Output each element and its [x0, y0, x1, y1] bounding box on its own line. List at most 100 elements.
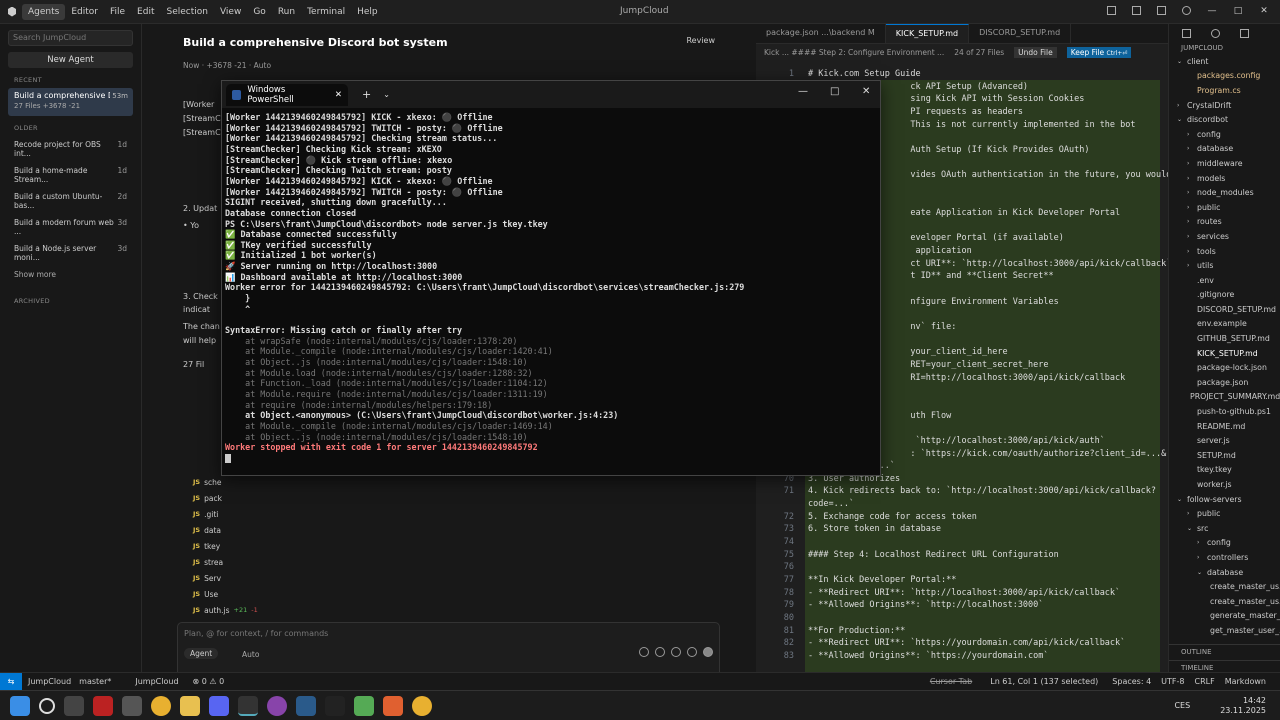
explorer-item[interactable]: ⌄ follow-servers — [1169, 492, 1280, 507]
explorer-item[interactable]: generate_master_... — [1169, 609, 1280, 624]
explorer-item[interactable]: › database — [1169, 142, 1280, 157]
source-control-icon[interactable] — [1240, 29, 1249, 38]
explorer-item[interactable]: tkey.tkey — [1169, 463, 1280, 478]
new-agent-button[interactable]: New Agent — [8, 52, 133, 68]
problems-count[interactable]: ⊗ 0 ⚠ 0 — [193, 677, 225, 686]
clock[interactable]: 14:42 23.11.2025 — [1220, 696, 1266, 716]
explorer-item[interactable]: › services — [1169, 229, 1280, 244]
folder-icon[interactable] — [180, 695, 200, 716]
files-icon[interactable] — [1182, 29, 1191, 38]
app-icon-5[interactable] — [354, 695, 374, 716]
terminal-cursor[interactable] — [225, 453, 231, 464]
mention-icon[interactable] — [655, 647, 665, 657]
explorer-item[interactable]: package.json — [1169, 375, 1280, 390]
tab-close-icon[interactable]: ✕ — [335, 90, 342, 100]
close-icon[interactable]: ✕ — [1254, 6, 1274, 16]
menu-item-run[interactable]: Run — [272, 4, 301, 20]
explorer-item[interactable]: › models — [1169, 171, 1280, 186]
editor-tab[interactable]: KICK_SETUP.md — [885, 24, 970, 43]
explorer-item[interactable]: › utils — [1169, 258, 1280, 273]
app-icon-4[interactable] — [267, 695, 287, 716]
changed-file-item[interactable]: JS auth.js +21 -1 — [193, 602, 263, 618]
code-line[interactable]: 72 5. Exchange code for access token — [760, 512, 977, 525]
line-ending[interactable]: CRLF — [1194, 677, 1214, 686]
settings-icon[interactable] — [1182, 6, 1191, 15]
explorer-root[interactable]: JUMPCLOUD — [1169, 42, 1280, 54]
tab-dropdown-icon[interactable]: ⌄ — [383, 90, 390, 99]
older-agent-item[interactable]: Build a custom Ubuntu-bas... 2d — [0, 188, 141, 214]
maximize-icon[interactable]: □ — [1228, 6, 1248, 16]
terminal-icon[interactable] — [238, 695, 258, 716]
outline-section[interactable]: OUTLINE — [1169, 644, 1280, 659]
explorer-item[interactable]: › CrystalDrift — [1169, 98, 1280, 113]
explorer-item[interactable]: KICK_SETUP.md — [1169, 346, 1280, 361]
code-line[interactable]: 83 - **Allowed Origins**: `https://yourdo… — [760, 651, 1049, 664]
cursor-tab-status[interactable]: Cursor Tab — [930, 677, 972, 686]
status-workspace[interactable]: JumpCloud — [28, 677, 71, 686]
indent-setting[interactable]: Spaces: 4 — [1112, 677, 1151, 686]
breadcrumb-path[interactable]: Kick ... #### Step 2: Configure Environm… — [764, 48, 944, 57]
powershell-window[interactable]: Windows PowerShell ✕ + ⌄ — □ ✕ [Worker 1… — [221, 80, 881, 476]
app-icon-1[interactable] — [64, 695, 84, 716]
code-line[interactable]: code=...` — [760, 499, 854, 512]
auto-model-button[interactable]: Auto — [242, 650, 259, 659]
explorer-item[interactable]: PROJECT_SUMMARY.md — [1169, 390, 1280, 405]
app-icon-6[interactable] — [383, 695, 403, 716]
app-icon-2[interactable] — [93, 695, 113, 716]
explorer-item[interactable]: README.md — [1169, 419, 1280, 434]
chrome-icon[interactable] — [151, 695, 171, 716]
encoding[interactable]: UTF-8 — [1161, 677, 1184, 686]
explorer-item[interactable]: packages.config — [1169, 69, 1280, 84]
agent-mode-button[interactable]: Agent — [184, 648, 219, 659]
explorer-item[interactable]: ⌄ client — [1169, 54, 1280, 69]
explorer-item[interactable]: › config — [1169, 536, 1280, 551]
undo-file-button[interactable]: Undo File — [1014, 46, 1057, 58]
explorer-item[interactable]: › controllers — [1169, 550, 1280, 565]
older-agent-item[interactable]: Build a home-made Stream... 1d — [0, 162, 141, 188]
code-line[interactable]: 74 — [760, 537, 808, 550]
explorer-item[interactable]: ⌄ discordbot — [1169, 112, 1280, 127]
older-agent-item[interactable]: Build a Node.js server moni... 3d — [0, 240, 141, 266]
keep-file-button[interactable]: Keep File Ctrl+⏎ — [1066, 46, 1132, 58]
code-line[interactable]: 82 - **Redirect URI**: `https://yourdomai… — [760, 638, 1126, 651]
review-button[interactable]: Review — [686, 36, 715, 49]
changed-file-item[interactable]: JS strea — [193, 554, 263, 570]
changed-file-item[interactable]: JS .giti — [193, 506, 263, 522]
image-icon[interactable] — [687, 647, 697, 657]
remote-icon[interactable]: ⇆ — [0, 672, 22, 691]
explorer-item[interactable]: .gitignore — [1169, 288, 1280, 303]
older-agent-item[interactable]: Build a modern forum web ... 3d — [0, 214, 141, 240]
explorer-item[interactable]: create_master_us... — [1169, 579, 1280, 594]
ps-minimize-icon[interactable]: — — [798, 86, 808, 97]
editor-tab[interactable]: DISCORD_SETUP.md — [969, 24, 1072, 43]
chrome-icon-2[interactable] — [412, 695, 432, 716]
recent-agent-item[interactable]: Build a comprehensive Di... 27 Files +36… — [8, 88, 133, 116]
code-line[interactable]: 79 - **Allowed Origins**: `http://localho… — [760, 600, 1044, 613]
explorer-item[interactable]: worker.js — [1169, 477, 1280, 492]
code-line[interactable]: 71 4. Kick redirects back to: `http://loc… — [760, 486, 1156, 499]
explorer-item[interactable]: get_master_user_... — [1169, 623, 1280, 638]
changed-file-item[interactable]: JS data — [193, 522, 263, 538]
changed-file-item[interactable]: JS tkey — [193, 538, 263, 554]
changed-file-item[interactable]: JS Use — [193, 586, 263, 602]
show-more-link[interactable]: Show more — [0, 266, 141, 283]
language-mode[interactable]: Markdown — [1225, 677, 1266, 686]
app-icon-3[interactable] — [122, 695, 142, 716]
explorer-item[interactable]: server.js — [1169, 433, 1280, 448]
explorer-item[interactable]: › public — [1169, 506, 1280, 521]
sidebar-toggle-icon[interactable] — [1132, 6, 1141, 15]
explorer-item[interactable]: Program.cs — [1169, 83, 1280, 98]
menu-item-terminal[interactable]: Terminal — [301, 4, 351, 20]
status-project[interactable]: JumpCloud — [135, 677, 178, 686]
cursor-app-icon[interactable] — [325, 695, 345, 716]
language-indicator[interactable]: CES — [1174, 701, 1190, 710]
menu-item-file[interactable]: File — [104, 4, 131, 20]
search-taskbar-icon[interactable] — [39, 697, 55, 714]
code-line[interactable]: 80 — [760, 613, 808, 626]
minimize-icon[interactable]: — — [1202, 6, 1222, 16]
menu-item-agents[interactable]: Agents — [22, 3, 66, 20]
code-line[interactable]: 73 6. Store token in database — [760, 524, 941, 537]
changed-file-item[interactable]: JS pack — [193, 490, 263, 506]
layout-icon[interactable] — [1107, 6, 1116, 15]
windows-start-icon[interactable] — [10, 695, 30, 716]
